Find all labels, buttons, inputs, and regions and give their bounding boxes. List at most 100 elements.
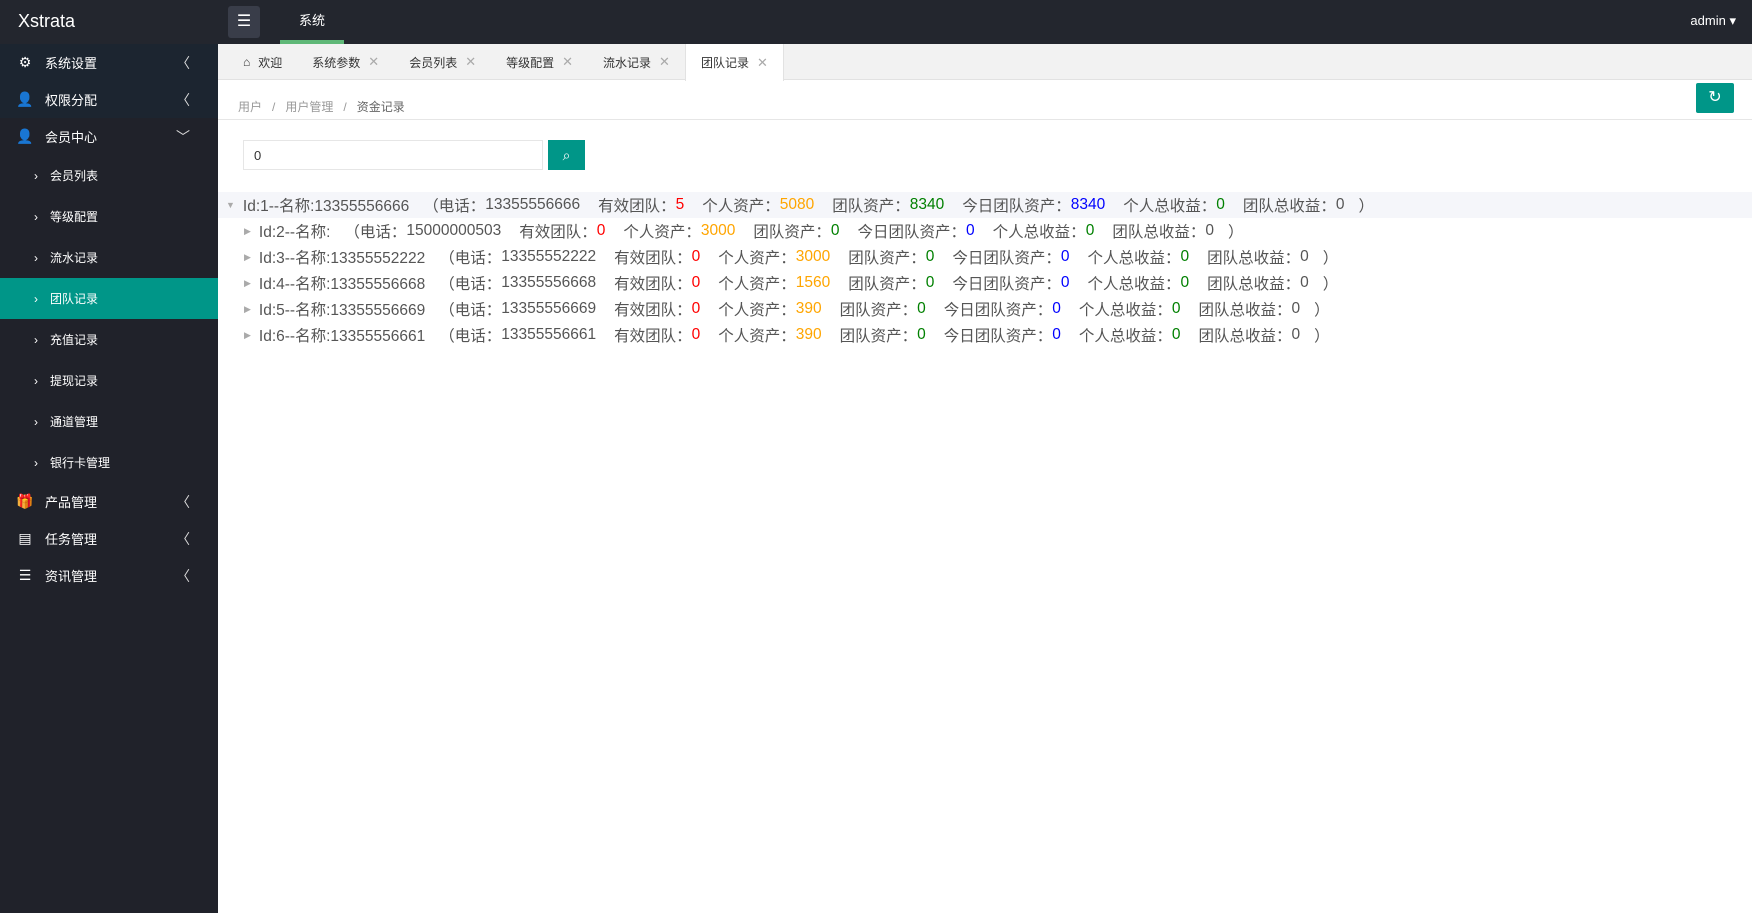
top-nav-system[interactable]: 系统 xyxy=(280,0,344,44)
field-label: 个人资产： xyxy=(718,250,796,267)
close-icon[interactable]: ✕ xyxy=(465,54,476,70)
task-icon: ▤ xyxy=(18,530,32,546)
tree-node[interactable]: ▶ Id:6--名称:13355556661 （电话： 13355556661 有效团队… xyxy=(218,322,1752,348)
menu-toggle-button[interactable]: ☰ xyxy=(228,6,260,38)
phone-label: （电话： xyxy=(344,224,407,241)
tab[interactable]: 会员列表 ✕ xyxy=(394,44,491,80)
chevron-left-icon: 〈 xyxy=(176,91,190,108)
tree-node[interactable]: ▼ Id:1--名称:13355556666 （电话： 13355556666 有效团队… xyxy=(218,192,1752,218)
user-menu[interactable]: admin ▾ xyxy=(1690,13,1736,29)
field-label: 团队资产： xyxy=(848,276,926,293)
close-icon[interactable]: ✕ xyxy=(368,54,379,70)
sidebar-item[interactable]: 🎁 产品管理 〈 xyxy=(0,483,218,520)
breadcrumb-item[interactable]: 用户管理 xyxy=(285,100,333,114)
phone-value: 13355556669 xyxy=(501,300,597,317)
field-label: 团队总收益： xyxy=(1207,250,1301,267)
tab-label: 流水记录 xyxy=(603,55,652,70)
today_team_assets-value: 0 xyxy=(1052,326,1061,343)
chevron-right-icon: › xyxy=(34,414,38,429)
tab[interactable]: ⌂ 欢迎 xyxy=(228,44,297,80)
refresh-button[interactable]: ↻ xyxy=(1696,83,1734,113)
chevron-right-icon: › xyxy=(34,291,38,306)
field-label: 有效团队： xyxy=(614,276,692,293)
close-paren: ） xyxy=(1322,276,1339,293)
sidebar-subitem-label: 提现记录 xyxy=(50,374,99,388)
field-label: 个人资产： xyxy=(718,302,796,319)
field-label: 有效团队： xyxy=(598,198,676,215)
field-label: 今日团队资产： xyxy=(952,250,1061,267)
field-label: 有效团队： xyxy=(614,250,692,267)
sidebar-subitem[interactable]: › 充值记录 xyxy=(0,319,218,360)
field-label: 有效团队： xyxy=(614,302,692,319)
caret-right-icon[interactable]: ▶ xyxy=(244,252,251,263)
field-label: 有效团队： xyxy=(519,224,597,241)
tab-label: 会员列表 xyxy=(409,55,458,70)
node-title: Id:6--名称:13355556661 xyxy=(258,328,426,345)
field-label: 今日团队资产： xyxy=(943,302,1053,319)
valid_team-value: 5 xyxy=(675,196,685,213)
close-paren: ） xyxy=(1227,224,1244,241)
team_assets-value: 0 xyxy=(917,300,926,317)
sidebar-item[interactable]: ⚙ 系统设置 〈 xyxy=(0,44,218,81)
tree-node[interactable]: ▶ Id:2--名称: （电话： 15000000503 有效团队： 0 个人资产： 3000… xyxy=(218,218,1752,244)
search-input[interactable] xyxy=(243,140,543,170)
tab[interactable]: 流水记录 ✕ xyxy=(588,44,685,80)
team_assets-value: 0 xyxy=(925,248,935,265)
chevron-right-icon: › xyxy=(34,373,38,388)
tab-bar: ⌂ 欢迎 系统参数 ✕ 会员列表 ✕ 等级配置 ✕ 流水记录 ✕ 团队记录 ✕ xyxy=(218,44,1752,81)
sidebar-subitem[interactable]: › 提现记录 xyxy=(0,360,218,401)
today_team_assets-value: 0 xyxy=(1060,248,1070,265)
field-label: 团队资产： xyxy=(839,328,918,345)
sidebar-subitem[interactable]: › 会员列表 xyxy=(0,155,218,196)
sidebar-subitem[interactable]: › 通道管理 xyxy=(0,401,218,442)
field-label: 个人资产： xyxy=(718,328,796,345)
field-label: 个人总收益： xyxy=(1078,328,1172,345)
field-label: 个人资产： xyxy=(623,224,701,241)
tab[interactable]: 等级配置 ✕ xyxy=(491,44,588,80)
field-label: 个人总收益： xyxy=(1123,198,1217,215)
gear-icon: ⚙ xyxy=(18,54,32,70)
caret-down-icon[interactable]: ▼ xyxy=(226,200,235,210)
field-label: 有效团队： xyxy=(614,328,692,345)
team_assets-value: 8340 xyxy=(909,196,945,213)
team_income-value: 0 xyxy=(1300,248,1309,265)
tree-node[interactable]: ▶ Id:4--名称:13355556668 （电话： 13355556668 有效团队… xyxy=(218,270,1752,296)
news-icon: ☰ xyxy=(18,567,32,583)
team_assets-value: 0 xyxy=(917,326,926,343)
tree-node[interactable]: ▶ Id:3--名称:13355552222 （电话： 13355552222 有效团队… xyxy=(218,244,1752,270)
sidebar-subitem[interactable]: › 等级配置 xyxy=(0,196,218,237)
phone-value: 13355556666 xyxy=(485,196,581,213)
sidebar-subitem[interactable]: › 流水记录 xyxy=(0,237,218,278)
caret-right-icon[interactable]: ▶ xyxy=(244,226,251,237)
tree-node[interactable]: ▶ Id:5--名称:13355556669 （电话： 13355556669 有效团队… xyxy=(218,296,1752,322)
close-icon[interactable]: ✕ xyxy=(757,55,768,71)
tab[interactable]: 团队记录 ✕ xyxy=(684,44,784,81)
field-label: 今日团队资产： xyxy=(943,328,1053,345)
sidebar-item[interactable]: ☰ 资讯管理 〈 xyxy=(0,557,218,594)
sidebar-subitem[interactable]: › 团队记录 xyxy=(0,278,218,319)
field-label: 团队资产： xyxy=(753,224,831,241)
today_team_assets-value: 0 xyxy=(966,222,975,239)
sidebar-subitem[interactable]: › 银行卡管理 xyxy=(0,442,218,483)
caret-right-icon[interactable]: ▶ xyxy=(244,278,251,289)
personal_assets-value: 390 xyxy=(795,300,822,317)
search-button[interactable]: ⌕ xyxy=(548,140,585,170)
personal_income-value: 0 xyxy=(1171,326,1181,343)
caret-right-icon[interactable]: ▶ xyxy=(244,330,251,341)
breadcrumb-item[interactable]: 用户 xyxy=(238,100,262,114)
team_income-value: 0 xyxy=(1291,326,1301,343)
sidebar-subitem-label: 银行卡管理 xyxy=(50,456,111,470)
chevron-left-icon: 〈 xyxy=(176,530,190,547)
node-title: Id:5--名称:13355556669 xyxy=(258,302,426,319)
tab[interactable]: 系统参数 ✕ xyxy=(297,44,394,80)
chevron-right-icon: › xyxy=(34,168,38,183)
home-icon: ⌂ xyxy=(243,55,251,69)
sidebar-item[interactable]: 👤 会员中心 ﹀ xyxy=(0,118,218,155)
sidebar: ⚙ 系统设置〈 👤 权限分配〈 👤 会员中心 ﹀ › 会员列表 › 等级配置 › 流水记录 › 团队记录 › 充… xyxy=(0,44,218,913)
close-icon[interactable]: ✕ xyxy=(659,54,670,70)
sidebar-item[interactable]: ▤ 任务管理 〈 xyxy=(0,520,218,557)
caret-right-icon[interactable]: ▶ xyxy=(244,304,251,315)
field-label: 团队总收益： xyxy=(1112,224,1206,241)
sidebar-item[interactable]: 👤 权限分配 〈 xyxy=(0,81,218,118)
close-icon[interactable]: ✕ xyxy=(562,54,573,70)
